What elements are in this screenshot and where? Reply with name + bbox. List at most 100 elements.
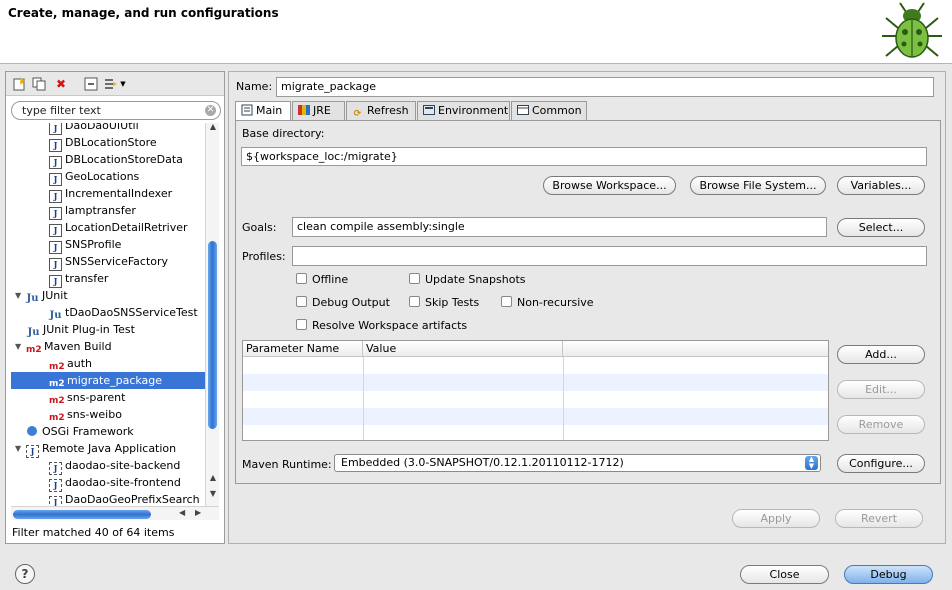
tree-item[interactable]: Jdaodao-site-frontend: [11, 474, 205, 492]
table-row[interactable]: [243, 391, 828, 408]
debug-output-label: Debug Output: [312, 296, 390, 309]
column-divider: [563, 357, 564, 440]
tree-item[interactable]: J LocationDetailRetriver: [11, 219, 205, 237]
maven-runtime-value: Embedded (3.0-SNAPSHOT/0.12.1.20110112-1…: [341, 456, 624, 469]
tree-item[interactable]: ▼ m2 Maven Build: [11, 338, 205, 355]
profiles-label: Profiles:: [242, 250, 286, 263]
skip-tests-checkbox[interactable]: Skip Tests: [409, 296, 479, 309]
tree-item[interactable]: ▼ Ju JUnit: [11, 287, 205, 304]
expand-toggle-icon[interactable]: ▼: [15, 338, 26, 355]
tree-item[interactable]: Jtransfer: [11, 270, 205, 288]
new-configuration-icon[interactable]: [10, 75, 28, 92]
tab-common[interactable]: Common: [511, 101, 587, 120]
resolve-workspace-checkbox[interactable]: Resolve Workspace artifacts: [296, 319, 467, 332]
tab-jre[interactable]: JRE: [292, 101, 345, 120]
scroll-left-icon[interactable]: ◀: [179, 508, 185, 517]
tree-item[interactable]: J SNSServiceFactory: [11, 253, 205, 271]
configure-runtime-button[interactable]: Configure...: [837, 454, 925, 473]
tree-item[interactable]: J DaoDaoUIUtil: [11, 123, 205, 135]
offline-label: Offline: [312, 273, 349, 286]
tree-item-label: GeoLocations: [65, 170, 140, 183]
maven-runtime-select[interactable]: Embedded (3.0-SNAPSHOT/0.12.1.20110112-1…: [334, 454, 821, 472]
tab-environment[interactable]: Environment: [417, 101, 510, 120]
column-divider: [363, 357, 364, 440]
tree-item[interactable]: J IncrementalIndexer: [11, 185, 205, 203]
parameters-table-header: Parameter Name Value: [243, 341, 828, 357]
edit-parameter-button[interactable]: Edit...: [837, 380, 925, 399]
tree-item[interactable]: Ju JUnit Plug-in Test: [11, 321, 205, 338]
tree-item[interactable]: OSGi Framework: [11, 423, 205, 440]
column-parameter-name[interactable]: Parameter Name: [243, 341, 363, 357]
base-directory-field[interactable]: ${workspace_loc:/migrate}: [241, 147, 927, 166]
tab-main[interactable]: Main: [235, 101, 291, 121]
tree-item[interactable]: m2 auth: [11, 355, 205, 372]
table-row[interactable]: [243, 357, 828, 374]
tree-item[interactable]: m2 sns-weibo: [11, 406, 205, 423]
common-icon: [516, 104, 529, 116]
expand-toggle-icon[interactable]: ▼: [15, 287, 26, 304]
name-field[interactable]: migrate_package: [276, 77, 934, 97]
tree-item-label: JUnit: [42, 289, 68, 302]
clear-filter-icon[interactable]: ✕: [205, 105, 216, 116]
tree-item[interactable]: Jlamptransfer: [11, 202, 205, 220]
tree-item-label: sns-parent: [67, 391, 126, 404]
delete-configuration-icon[interactable]: ✖: [52, 75, 70, 92]
browse-file-system-button[interactable]: Browse File System...: [690, 176, 826, 195]
apply-button[interactable]: Apply: [732, 509, 820, 528]
vertical-scroll-thumb[interactable]: [208, 241, 217, 429]
duplicate-configuration-icon[interactable]: [30, 75, 48, 92]
offline-checkbox[interactable]: Offline: [296, 273, 348, 286]
filter-input[interactable]: type filter text ✕: [11, 101, 221, 120]
select-goals-button[interactable]: Select...: [837, 218, 925, 237]
tree-item[interactable]: J SNSProfile: [11, 236, 205, 254]
launch-configurations-dialog: Create, manage, and run configurations ✖: [0, 0, 952, 590]
tree-item[interactable]: J DaoDaoGeoPrefixSearch: [11, 491, 205, 506]
goals-field[interactable]: clean compile assembly:single: [292, 217, 827, 237]
tree-item[interactable]: m2 sns-parent: [11, 389, 205, 406]
resolve-workspace-label: Resolve Workspace artifacts: [312, 319, 468, 332]
close-button[interactable]: Close: [740, 565, 829, 584]
osgi-icon: [27, 426, 37, 436]
profiles-field[interactable]: [292, 246, 927, 266]
tree-item[interactable]: J DBLocationStore: [11, 134, 205, 152]
scroll-up-icon[interactable]: ▲: [208, 473, 218, 483]
configuration-tree: J DaoDaoUIUtil J DBLocationStore J DBLocation…: [11, 123, 205, 506]
expand-toggle-icon[interactable]: ▼: [15, 440, 26, 457]
tree-item[interactable]: ▼ J Remote Java Application: [11, 440, 205, 458]
table-row[interactable]: [243, 374, 828, 391]
tab-refresh[interactable]: ⟳ Refresh: [346, 101, 416, 120]
collapse-all-icon[interactable]: [82, 75, 100, 92]
table-row[interactable]: [243, 408, 828, 425]
tree-horizontal-scrollbar[interactable]: ◀ ▶: [11, 506, 219, 520]
browse-workspace-button[interactable]: Browse Workspace...: [543, 176, 676, 195]
tree-item[interactable]: J GeoLocations: [11, 168, 205, 186]
debug-button[interactable]: Debug: [844, 565, 933, 584]
tree-item-label: tDaoDaoSNSServiceTest: [65, 306, 198, 319]
parameters-table[interactable]: Parameter Name Value: [242, 340, 829, 441]
update-snapshots-label: Update Snapshots: [425, 273, 526, 286]
tree-item-label: SNSProfile: [65, 238, 122, 251]
column-value[interactable]: Value: [363, 341, 563, 357]
filter-menu-icon[interactable]: ▼: [102, 75, 128, 92]
environment-icon: [422, 104, 435, 116]
debug-output-checkbox[interactable]: Debug Output: [296, 296, 390, 309]
refresh-icon: ⟳: [353, 109, 362, 119]
scroll-up-icon[interactable]: ▲: [208, 122, 218, 132]
horizontal-scroll-thumb[interactable]: [13, 510, 151, 519]
scroll-down-icon[interactable]: ▼: [208, 489, 218, 499]
remove-parameter-button[interactable]: Remove: [837, 415, 925, 434]
variables-button[interactable]: Variables...: [837, 176, 925, 195]
tree-vertical-scrollbar[interactable]: ▲ ▲ ▼: [205, 122, 219, 506]
update-snapshots-checkbox[interactable]: Update Snapshots: [409, 273, 526, 286]
main-tab-icon: [240, 104, 253, 116]
help-icon[interactable]: ?: [15, 564, 35, 584]
tree-item[interactable]: Ju tDaoDaoSNSServiceTest: [11, 304, 205, 321]
tree-item[interactable]: J DBLocationStoreData: [11, 151, 205, 169]
table-row[interactable]: [243, 425, 828, 440]
revert-button[interactable]: Revert: [835, 509, 923, 528]
scroll-right-icon[interactable]: ▶: [195, 508, 201, 517]
tree-item[interactable]: m2 migrate_package: [11, 372, 205, 389]
non-recursive-checkbox[interactable]: Non-recursive: [501, 296, 594, 309]
tree-item[interactable]: Jdaodao-site-backend: [11, 457, 205, 475]
add-parameter-button[interactable]: Add...: [837, 345, 925, 364]
